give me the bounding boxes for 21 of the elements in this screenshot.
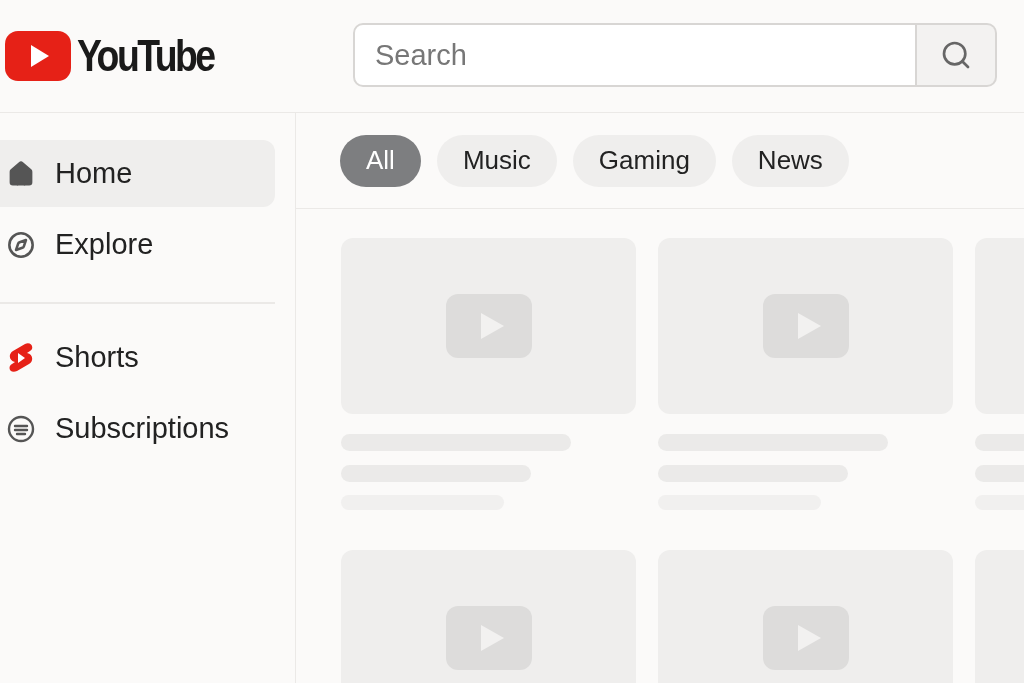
shorts-icon <box>7 341 35 374</box>
sidebar-item[interactable]: Home <box>0 140 275 207</box>
video-thumbnail-placeholder[interactable] <box>658 550 953 683</box>
filter-chip[interactable]: News <box>731 134 849 187</box>
sidebar-item[interactable]: Subscriptions <box>0 395 275 462</box>
search-field[interactable]: Search <box>353 23 917 87</box>
sidebar-item[interactable]: Explore <box>0 211 275 278</box>
search-icon <box>940 39 972 71</box>
sidebar-item[interactable]: Shorts <box>0 324 275 391</box>
compass-icon <box>7 230 35 259</box>
logo-text[interactable]: YouTube <box>77 34 214 78</box>
subscriptions-icon <box>7 414 35 443</box>
video-thumbnail-placeholder[interactable] <box>341 238 636 414</box>
video-thumbnail-placeholder[interactable] <box>658 238 953 414</box>
video-thumbnail-placeholder[interactable] <box>341 550 636 683</box>
logo-play-icon <box>5 31 71 81</box>
filter-chip[interactable]: Gaming <box>572 134 716 187</box>
search-button[interactable] <box>917 23 997 87</box>
home-icon <box>7 159 35 188</box>
filter-chip[interactable]: All <box>340 134 421 187</box>
filter-chip[interactable]: Music <box>436 134 557 187</box>
